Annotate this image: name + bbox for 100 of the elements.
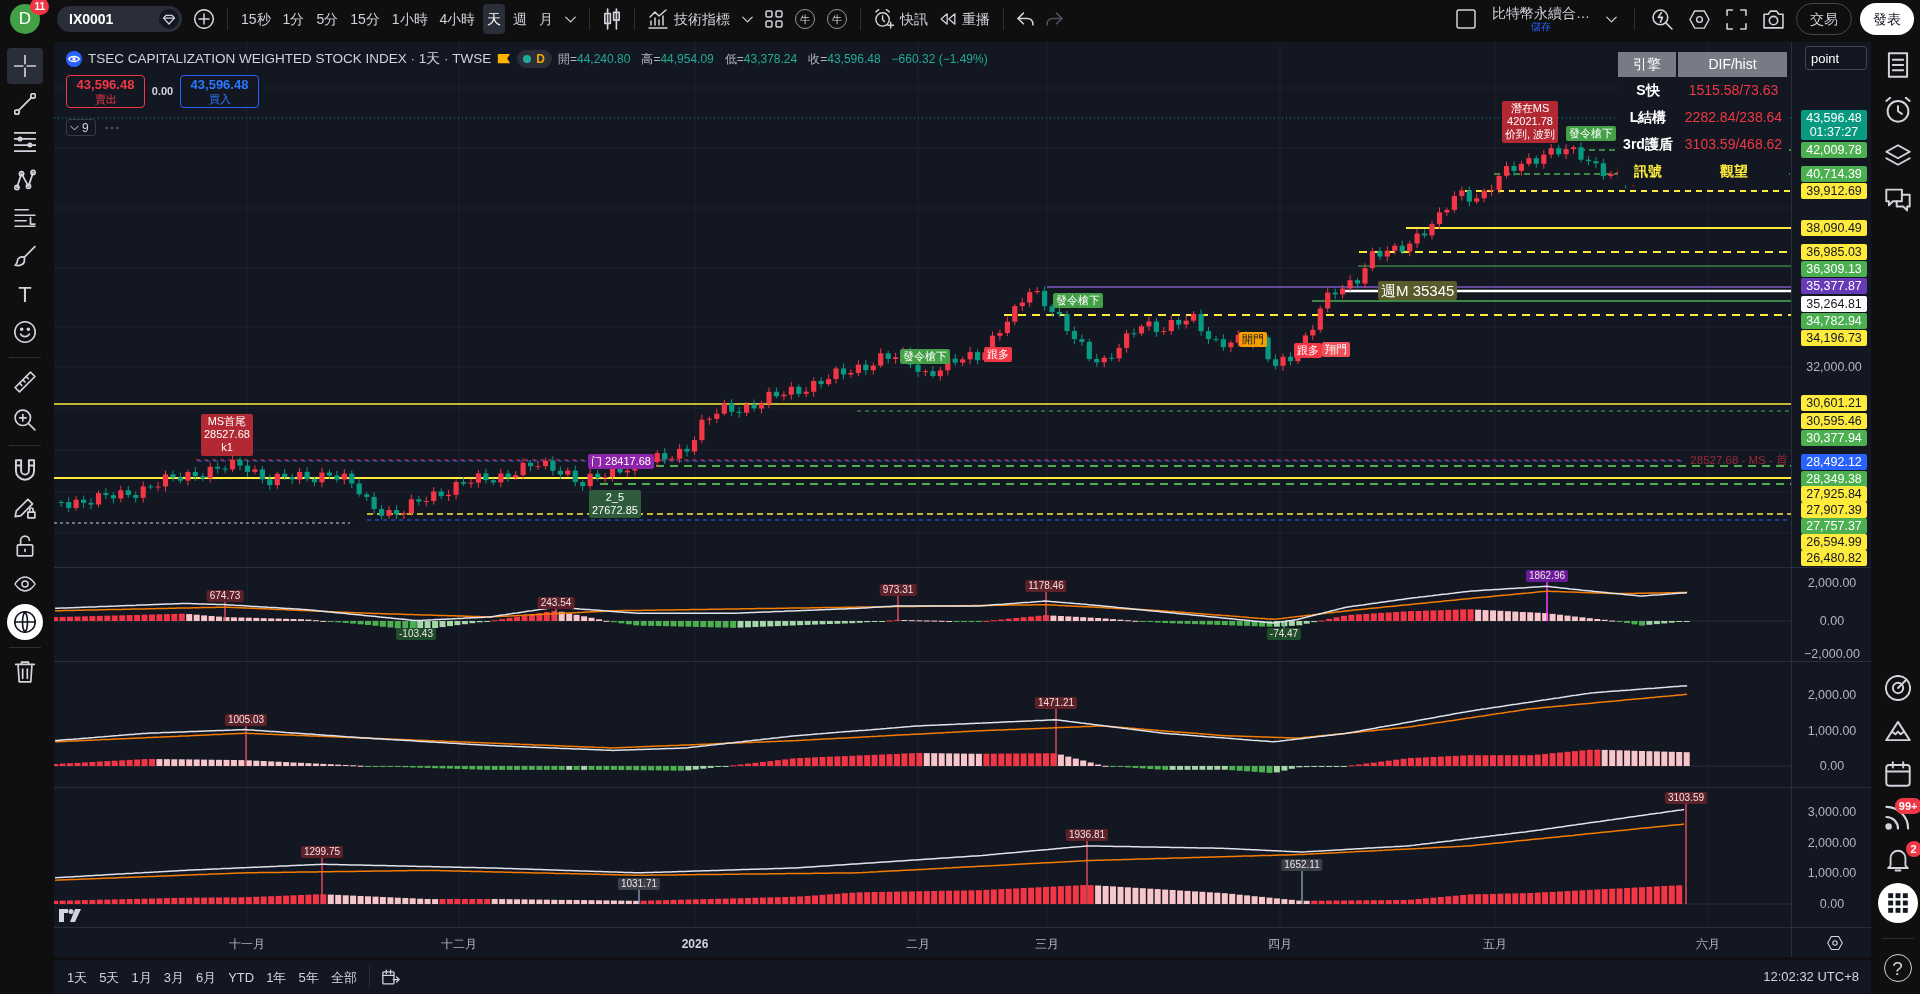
- globe-icon: [14, 611, 36, 633]
- price-tag: 35,377.87: [1801, 278, 1867, 294]
- trend-line-icon: [14, 93, 36, 115]
- range-button[interactable]: 5天: [94, 964, 125, 990]
- grid-icon: [1886, 892, 1909, 914]
- axis-label: 0.00: [1818, 757, 1846, 775]
- projection-icon: [14, 207, 36, 229]
- price-tag: 26,480.82: [1801, 550, 1867, 566]
- target-icon: [1884, 675, 1911, 701]
- price-tag: 34,782.94: [1801, 313, 1867, 329]
- indicators-button[interactable]: 技術指標: [644, 4, 735, 34]
- alarm-clock-icon: [874, 9, 895, 29]
- undo-icon: [1017, 12, 1035, 26]
- price-tag: 27,907.39: [1801, 502, 1867, 518]
- interval-tab[interactable]: 天: [483, 4, 506, 34]
- price-tag: 36,309.13: [1801, 261, 1867, 277]
- fullscreen-icon: [1726, 8, 1747, 30]
- square-icon: [1456, 9, 1476, 29]
- price-tag: 28,492.12: [1801, 454, 1867, 470]
- axis-label: 3,000.00: [1806, 803, 1858, 821]
- count-badge: 11: [30, 0, 49, 15]
- zoom-in-icon: [14, 409, 36, 431]
- redo-icon: [1046, 12, 1064, 26]
- time-label: 六月: [1696, 936, 1720, 953]
- interval-tab[interactable]: 4小時: [435, 4, 480, 34]
- publish-button[interactable]: 發表: [1860, 3, 1914, 35]
- interval-tab[interactable]: 15秒: [237, 4, 275, 34]
- layout-button[interactable]: 比特幣永續合… 儲存: [1488, 3, 1594, 35]
- padlock-icon: [14, 535, 36, 557]
- price-tag: 26,594.99: [1801, 534, 1867, 550]
- range-button[interactable]: 5年: [293, 964, 324, 990]
- price-tag: 39,912.69: [1801, 183, 1867, 199]
- bar-chart-icon: [648, 9, 669, 29]
- calendar-arrow-icon: [381, 968, 400, 986]
- alarm-clock-icon: [1884, 97, 1911, 123]
- settings-icon: [1689, 8, 1710, 30]
- axis-label: 2,000.00: [1806, 686, 1858, 704]
- price-tag: 34,196.73: [1801, 330, 1867, 346]
- bell-button[interactable]: 2: [1877, 840, 1918, 880]
- apps-button[interactable]: [1877, 883, 1918, 923]
- scale-field[interactable]: point: [1805, 46, 1867, 70]
- price-tag: 27,925.84: [1801, 486, 1867, 502]
- range-button[interactable]: YTD: [223, 964, 260, 990]
- rewind-icon: [940, 13, 957, 25]
- range-button[interactable]: 全部: [325, 964, 362, 990]
- time-label: 三月: [1035, 936, 1059, 953]
- time-label: 五月: [1483, 936, 1507, 953]
- replay-button[interactable]: 重播: [936, 4, 995, 34]
- bell-icon: [1884, 847, 1911, 873]
- globe-tool-button[interactable]: [7, 604, 43, 640]
- interval-tab[interactable]: 1分: [278, 4, 309, 34]
- clock: 12:02:32 UTC+8: [1763, 968, 1859, 987]
- brush-icon: [14, 245, 36, 267]
- interval-tab[interactable]: 週: [509, 4, 532, 34]
- interval-tab[interactable]: 月: [535, 4, 558, 34]
- range-button[interactable]: 1年: [261, 964, 292, 990]
- price-tag: 30,595.46: [1801, 413, 1867, 429]
- alerts-button[interactable]: 快訊: [870, 4, 933, 34]
- symbol-field[interactable]: IX0001: [57, 6, 182, 32]
- interval-tab[interactable]: 1小時: [387, 4, 432, 34]
- settings-icon: [1827, 934, 1843, 951]
- candlestick-icon: [603, 8, 622, 30]
- price-tag: 30,601.21: [1801, 395, 1867, 411]
- interval-tab[interactable]: 15分: [346, 4, 384, 34]
- axis-label: 0.00: [1818, 895, 1846, 913]
- chat-icon: [1884, 187, 1911, 213]
- caret-icon: [565, 15, 577, 23]
- mountains-icon: [1884, 718, 1911, 744]
- price-tag: 35,264.81: [1801, 296, 1867, 312]
- crosshair-icon: [14, 55, 36, 77]
- range-button[interactable]: 3月: [158, 964, 189, 990]
- caret-icon: [742, 15, 754, 23]
- crosshair-tool-button[interactable]: [7, 48, 43, 84]
- range-button[interactable]: 1天: [62, 964, 93, 990]
- feed-button[interactable]: 99+: [1877, 797, 1918, 837]
- time-label: 二月: [906, 936, 930, 953]
- time-label: 十一月: [229, 936, 265, 953]
- price-tag: 42,009.78: [1801, 142, 1867, 158]
- text-tool-button[interactable]: T: [7, 276, 43, 312]
- price-tag: 43,596.48 01:37:27: [1801, 110, 1867, 140]
- range-button[interactable]: 1月: [126, 964, 157, 990]
- time-label: 四月: [1268, 936, 1292, 953]
- axis-label: −2,000.00: [1803, 645, 1861, 661]
- axis-label: 1,000.00: [1806, 864, 1858, 882]
- search-icon: [1652, 8, 1673, 30]
- caret-icon: [1606, 15, 1617, 23]
- pencil-lock-icon: [14, 497, 36, 519]
- range-button[interactable]: 6月: [190, 964, 222, 990]
- price-tag: 30,377.94: [1801, 430, 1867, 446]
- price-tag: 36,985.03: [1801, 244, 1867, 260]
- interval-tab[interactable]: 5分: [312, 4, 343, 34]
- count-badge: 2: [1905, 841, 1920, 857]
- price-tag: 28,349.38: [1801, 471, 1867, 487]
- pattern-icon: [14, 169, 36, 191]
- horizontal-lines-icon: [14, 131, 36, 153]
- price-tag: 40,714.39: [1801, 166, 1867, 182]
- layers-icon: [1884, 142, 1911, 168]
- grid-icon: [765, 10, 784, 28]
- camera-icon: [1763, 8, 1784, 30]
- eye-icon: [14, 573, 36, 595]
